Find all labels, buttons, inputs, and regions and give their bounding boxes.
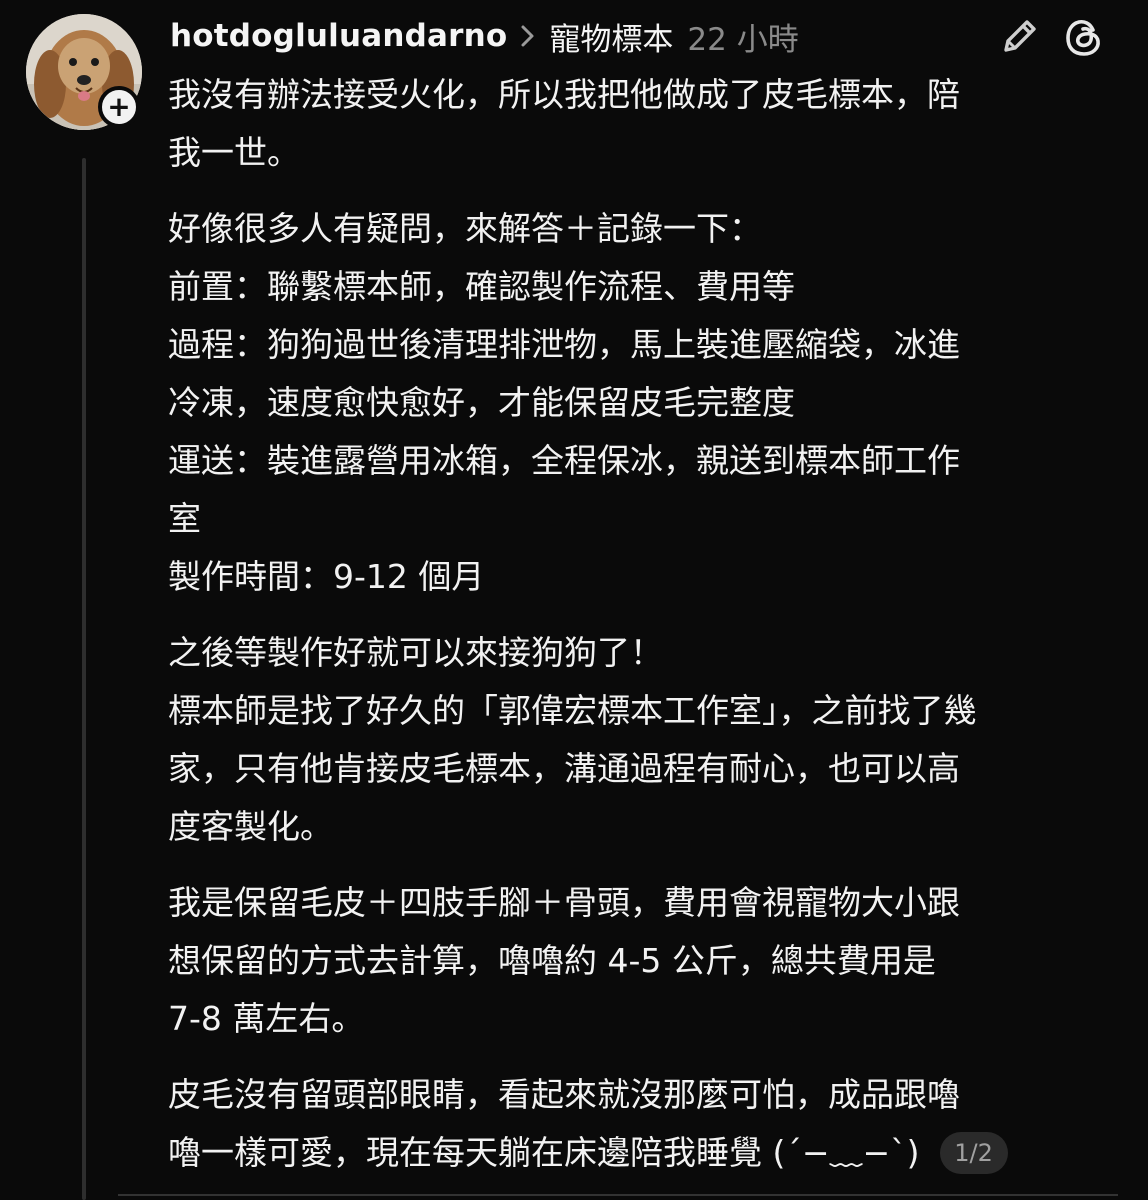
text-line: 家，只有他肯接皮毛標本，溝通過程有耐心，也可以高 [168, 749, 960, 788]
text-line: 皮毛沒有留頭部眼睛，看起來就沒那麼可怕，成品跟嚕 [168, 1075, 960, 1114]
post-timestamp: 22 小時 [687, 21, 799, 58]
page-indicator-badge[interactable]: 1/2 [939, 1132, 1008, 1174]
text-line: 冷凍，速度愈快愈好，才能保留皮毛完整度 [168, 383, 795, 422]
avatar-container[interactable]: + [26, 14, 142, 130]
text-line-with-pager: 嚕一樣可愛，現在每天躺在床邊陪我睡覺 (´−﹏−`) 1/2 [168, 1124, 1108, 1182]
topic-tag-link[interactable]: 寵物標本 [549, 14, 673, 59]
text-line: 我是保留毛皮＋四肢手腳＋骨頭，費用會視寵物大小跟 [168, 883, 960, 922]
post-paragraph: 我是保留毛皮＋四肢手腳＋骨頭，費用會視寵物大小跟 想保留的方式去計算，嚕嚕約 4… [168, 874, 1108, 1048]
post-body: 我沒有辦法接受火化，所以我把他做成了皮毛標本，陪 我一世。 好像很多人有疑問，來… [168, 66, 1108, 1200]
post-paragraph: 之後等製作好就可以來接狗狗了！ 標本師是找了好久的「郭偉宏標本工作室」，之前找了… [168, 624, 1108, 856]
text-line: 室 [168, 499, 201, 538]
threads-logo-icon[interactable] [1062, 16, 1106, 60]
text-line: 標本師是找了好久的「郭偉宏標本工作室」，之前找了幾 [168, 691, 977, 730]
chevron-right-icon [519, 23, 537, 49]
text-line: 之後等製作好就可以來接狗狗了！ [168, 633, 663, 672]
text-line: 我沒有辦法接受火化，所以我把他做成了皮毛標本，陪 [168, 75, 960, 114]
text-line: 前置：聯繫標本師，確認製作流程、費用等 [168, 267, 795, 306]
pencil-icon[interactable] [998, 14, 1042, 58]
text-line: 嚕一樣可愛，現在每天躺在床邊陪我睡覺 (´−﹏−`) [168, 1133, 920, 1172]
divider [118, 1194, 1118, 1196]
text-line: 7-8 萬左右。 [168, 999, 365, 1038]
post-header: hotdogluluandarno 寵物標本 22 小時 [170, 12, 1120, 60]
text-line: 製作時間：9-12 個月 [168, 557, 485, 596]
text-line: 想保留的方式去計算，嚕嚕約 4-5 公斤，總共費用是 [168, 941, 936, 980]
text-line: 我一世。 [168, 133, 300, 172]
text-line: 度客製化。 [168, 807, 333, 846]
username-link[interactable]: hotdogluluandarno [170, 18, 507, 54]
text-line: 運送：裝進露營用冰箱，全程保冰，親送到標本師工作 [168, 441, 960, 480]
post-paragraph: 我沒有辦法接受火化，所以我把他做成了皮毛標本，陪 我一世。 [168, 66, 1108, 182]
text-line: 過程：狗狗過世後清理排泄物，馬上裝進壓縮袋，冰進 [168, 325, 960, 364]
post-paragraph: 皮毛沒有留頭部眼睛，看起來就沒那麼可怕，成品跟嚕 嚕一樣可愛，現在每天躺在床邊陪… [168, 1066, 1108, 1182]
follow-plus-icon[interactable]: + [98, 86, 140, 128]
thread-line [82, 158, 86, 1200]
threads-post: + hotdogluluandarno 寵物標本 22 小時 我沒有辦法接受火化… [0, 0, 1148, 1200]
text-line: 好像很多人有疑問，來解答＋記錄一下： [168, 209, 762, 248]
post-paragraph: 好像很多人有疑問，來解答＋記錄一下： 前置：聯繫標本師，確認製作流程、費用等 過… [168, 200, 1108, 606]
